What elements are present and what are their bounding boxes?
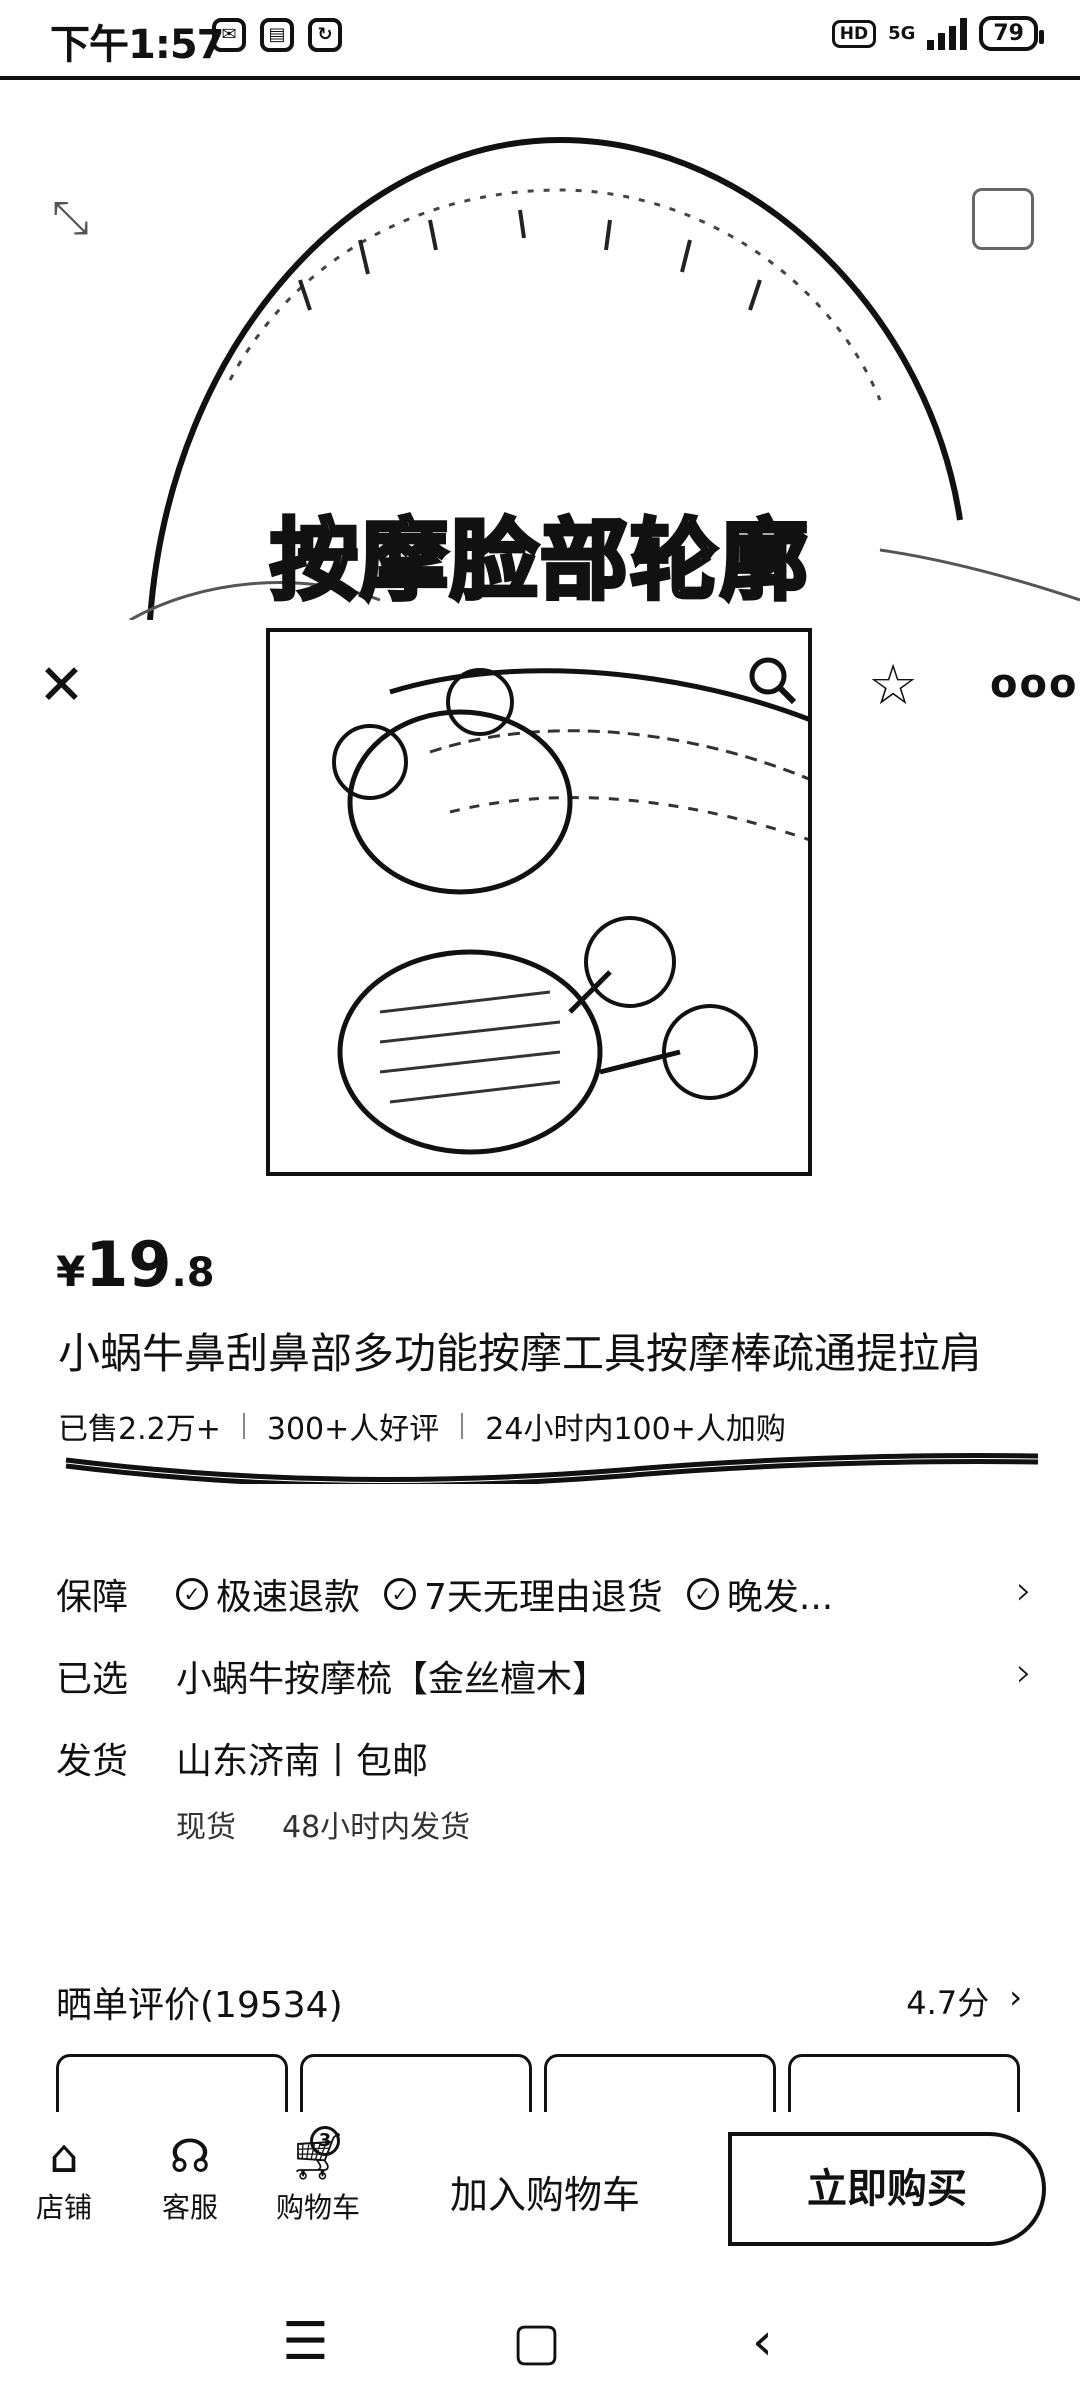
- sold-count: 已售2.2万+: [58, 1412, 221, 1447]
- customer-service-button[interactable]: ☊ 客服: [150, 2126, 230, 2226]
- check-icon: ✓: [384, 1578, 417, 1610]
- system-nav-bar: ☰ ▢ ‹: [0, 2296, 1080, 2400]
- guarantee-item: ✓ 7天无理由退货: [384, 1568, 663, 1620]
- divider: [242, 1413, 245, 1439]
- collapse-icon[interactable]: ⤡: [52, 190, 89, 246]
- cart-button[interactable]: 🛒︎ 3 购物车: [270, 2126, 366, 2226]
- check-icon: ✓: [686, 1578, 719, 1610]
- guarantee-item: ✓ 晚发...: [686, 1568, 833, 1620]
- selected-variant-row[interactable]: 已选 小蜗牛按摩梳【金丝檀木】: [56, 1650, 608, 1702]
- buy-now-button[interactable]: 立即购买: [728, 2132, 1046, 2246]
- review-score-link[interactable]: 4.7分 ›: [906, 1978, 1022, 2024]
- wavy-divider: [65, 1453, 1039, 1484]
- search-icon[interactable]: [742, 650, 802, 710]
- sales-stats: 已售2.2万+ 300+人好评 24小时内100+人加购: [58, 1404, 786, 1448]
- app-icon: ▤: [260, 18, 294, 52]
- product-photo[interactable]: [266, 628, 812, 1176]
- review-thumbnail[interactable]: [56, 2054, 288, 2112]
- notification-icons: ✉ ▤ ↻: [212, 18, 342, 52]
- selected-label: 已选: [56, 1659, 129, 1700]
- battery-icon: 79: [979, 16, 1044, 51]
- share-icon[interactable]: [972, 188, 1034, 250]
- add-to-cart-button[interactable]: 加入购物车: [450, 2164, 640, 2219]
- media-viewer: ✕ ☆ ooo: [0, 628, 1080, 1188]
- review-score: 4.7分: [906, 1984, 990, 2022]
- status-bar: 下午1:57 ✉ ▤ ↻ HD 5G 79: [0, 0, 1080, 80]
- review-thumbnails: [56, 2054, 1026, 2112]
- massager-illustration: [332, 668, 808, 1155]
- check-icon: ✓: [176, 1578, 208, 1610]
- headset-icon: ☊: [169, 2129, 211, 2183]
- more-icon[interactable]: ooo: [990, 664, 1078, 704]
- product-hero-image: 按摩脸部轮廓 ⤡: [0, 80, 1080, 620]
- service-label: 客服: [161, 2191, 218, 2224]
- guarantee-label: 保障: [56, 1577, 129, 1618]
- hero-caption: 按摩脸部轮廓: [268, 507, 810, 614]
- home-icon[interactable]: ▢: [512, 2316, 561, 2368]
- store-button[interactable]: ⌂ 店铺: [24, 2126, 104, 2226]
- delivery-info: 现货 48小时内发货: [176, 1802, 470, 1846]
- review-thumbnail[interactable]: [300, 2054, 532, 2112]
- shipping-row: 发货 山东济南丨包邮: [56, 1732, 428, 1784]
- shipping-value: 山东济南丨包邮: [176, 1741, 429, 1782]
- chevron-right-icon[interactable]: ›: [1016, 1568, 1032, 1614]
- guarantee-item: ✓ 极速退款: [176, 1568, 360, 1620]
- chevron-right-icon[interactable]: ›: [1016, 1650, 1032, 1696]
- bottom-action-bar: ⌂ 店铺 ☊ 客服 🛒︎ 3 购物车 加入购物车 立即购买: [0, 2112, 1080, 2272]
- store-icon: ⌂: [49, 2129, 79, 2183]
- favorite-star-icon[interactable]: ☆: [868, 658, 918, 714]
- close-icon[interactable]: ✕: [38, 658, 85, 714]
- ship-time: 48小时内发货: [282, 1810, 471, 1845]
- price-decimal: .8: [171, 1250, 215, 1296]
- menu-icon[interactable]: ☰: [282, 2316, 329, 2368]
- network-type: 5G: [888, 23, 916, 44]
- chevron-right-icon: ›: [1009, 1978, 1022, 2016]
- price-integer: 19: [85, 1228, 172, 1301]
- cart-count-badge: 3: [310, 2126, 340, 2156]
- reviews-title[interactable]: 晒单评价(19534): [56, 1976, 343, 2028]
- system-indicators: HD 5G 79: [831, 16, 1044, 51]
- hd-badge: HD: [831, 19, 877, 48]
- stock-status: 现货: [176, 1810, 236, 1845]
- currency-symbol: ¥: [56, 1247, 86, 1296]
- review-thumbnail[interactable]: [788, 2054, 1020, 2112]
- divider: [461, 1413, 464, 1439]
- shipping-label: 发货: [56, 1741, 129, 1782]
- status-time: 下午1:57: [50, 22, 224, 68]
- back-icon[interactable]: ‹: [752, 2316, 773, 2368]
- mail-icon: ✉: [212, 18, 246, 52]
- cart-label: 购物车: [275, 2191, 360, 2224]
- guarantee-row[interactable]: 保障 ✓ 极速退款 ✓ 7天无理由退货 ✓ 晚发...: [56, 1568, 857, 1620]
- review-thumbnail[interactable]: [544, 2054, 776, 2112]
- good-reviews: 300+人好评: [266, 1412, 440, 1447]
- selected-value: 小蜗牛按摩梳【金丝檀木】: [176, 1659, 609, 1700]
- price: ¥19.8: [56, 1228, 215, 1301]
- signal-icon: [927, 17, 968, 50]
- sync-icon: ↻: [308, 18, 342, 52]
- product-title: 小蜗牛鼻刮鼻部多功能按摩工具按摩棒疏通提拉肩: [58, 1329, 983, 1378]
- store-label: 店铺: [35, 2191, 92, 2224]
- recent-adds: 24小时内100+人加购: [485, 1412, 786, 1447]
